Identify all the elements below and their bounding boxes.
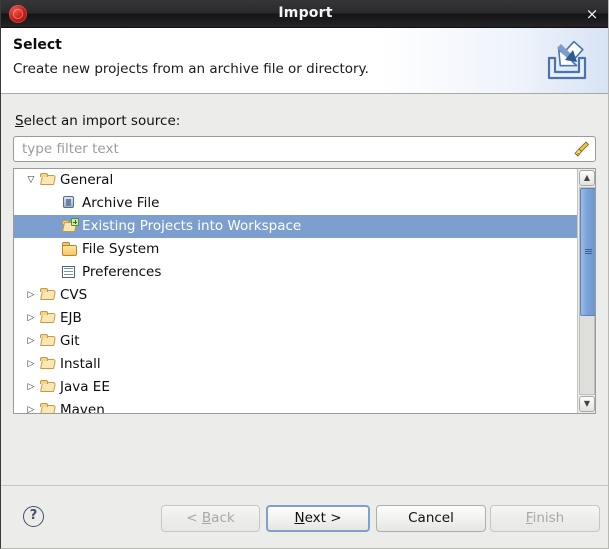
tree-item-label: Existing Projects into Workspace (82, 218, 302, 234)
tree-item-label: General (60, 172, 114, 188)
preferences-icon (62, 261, 80, 284)
next-button-mnemonic: N (294, 510, 305, 526)
filter-input-placeholder: type filter text (22, 141, 119, 157)
import-source-label-text: elect an import source: (23, 113, 181, 129)
cancel-button-label: Cancel (408, 510, 454, 526)
tree-item-label: EJB (60, 310, 82, 326)
chevron-right-icon[interactable]: ▷ (24, 353, 38, 376)
tree-item-label: Preferences (82, 264, 162, 280)
scrollbar-grip-icon (585, 249, 592, 254)
folder-open-icon (40, 307, 58, 330)
tree-item-cvs[interactable]: ▷ CVS (14, 284, 577, 307)
scroll-up-icon[interactable]: ▲ (579, 170, 595, 186)
import-dialog-window: Import × Select Create new projects from… (0, 0, 609, 549)
chevron-right-icon[interactable]: ▷ (24, 330, 38, 353)
finish-button[interactable]: Finish (490, 505, 600, 532)
page-title: Select (13, 37, 62, 53)
page-description: Create new projects from an archive file… (13, 61, 369, 77)
tree-item-preferences[interactable]: Preferences (14, 261, 577, 284)
window-title: Import (278, 5, 333, 21)
tree-item-existing-projects-into-workspace[interactable]: Existing Projects into Workspace (14, 215, 577, 238)
tree-rows: ▽ General Archive File Existing Projects in… (14, 169, 577, 413)
chevron-right-icon[interactable]: ▷ (24, 307, 38, 330)
tree-item-file-system[interactable]: File System (14, 238, 577, 261)
back-button-label: ack (211, 510, 235, 526)
folder-open-icon (40, 376, 58, 399)
tree-item-archive-file[interactable]: Archive File (14, 192, 577, 215)
import-source-tree[interactable]: ▽ General Archive File Existing Projects in… (13, 168, 596, 414)
next-button[interactable]: Next > (266, 505, 370, 532)
scrollbar-track[interactable] (579, 187, 595, 395)
archive-file-icon (62, 192, 80, 215)
tree-item-git[interactable]: ▷ Git (14, 330, 577, 353)
filter-input[interactable]: type filter text (13, 136, 596, 162)
tree-item-label: Maven (60, 402, 105, 413)
back-button-prefix: < (186, 510, 202, 526)
tree-item-label: Install (60, 356, 101, 372)
back-button-mnemonic: B (201, 510, 212, 526)
import-source-label-mnemonic: S (15, 113, 24, 129)
tree-item-label: Git (60, 333, 80, 349)
folder-open-icon (40, 399, 58, 413)
import-source-label: Select an import source: (15, 113, 180, 129)
back-button[interactable]: < Back (161, 505, 260, 532)
tree-item-label: Archive File (82, 195, 160, 211)
chevron-right-icon[interactable]: ▷ (24, 376, 38, 399)
finish-button-mnemonic: F (525, 510, 533, 526)
folder-open-icon (40, 353, 58, 376)
folder-open-icon (40, 284, 58, 307)
broom-icon[interactable] (573, 140, 591, 158)
tree-scrollbar[interactable]: ▲ ▼ (577, 169, 595, 413)
folder-closed-icon (62, 238, 80, 261)
tree-item-java-ee[interactable]: ▷ Java EE (14, 376, 577, 399)
chevron-down-icon[interactable]: ▽ (24, 169, 38, 192)
tree-item-general[interactable]: ▽ General (14, 169, 577, 192)
footer-separator (1, 485, 608, 486)
close-icon[interactable]: × (582, 4, 602, 24)
cancel-button[interactable]: Cancel (376, 505, 486, 532)
scroll-down-icon[interactable]: ▼ (579, 396, 595, 412)
tree-item-install[interactable]: ▷ Install (14, 353, 577, 376)
chevron-right-icon[interactable]: ▷ (24, 399, 38, 413)
folder-open-icon (40, 169, 58, 192)
help-icon[interactable]: ? (23, 506, 44, 527)
tree-item-maven[interactable]: ▷ Maven (14, 399, 577, 413)
tree-item-label: CVS (60, 287, 88, 303)
folder-open-icon (40, 330, 58, 353)
wizard-header: Select Create new projects from an archi… (1, 28, 608, 94)
scrollbar-thumb[interactable] (580, 188, 595, 316)
chevron-right-icon[interactable]: ▷ (24, 284, 38, 307)
tree-item-label: Java EE (60, 379, 110, 395)
title-bar: Import × (1, 0, 608, 28)
finish-button-label: inish (532, 510, 565, 526)
tree-item-label: File System (82, 241, 160, 257)
tree-item-ejb[interactable]: ▷ EJB (14, 307, 577, 330)
import-wizard-icon (547, 40, 587, 80)
projects-import-icon (62, 215, 80, 238)
next-button-label: ext > (304, 510, 342, 526)
